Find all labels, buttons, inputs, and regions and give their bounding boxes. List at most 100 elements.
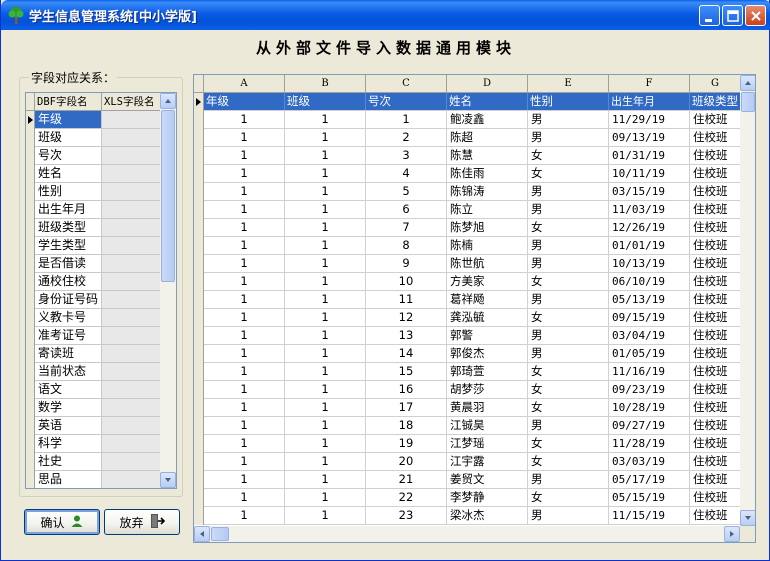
dbf-field-cell[interactable]: 学生类型 [35, 237, 102, 254]
field-map-row[interactable]: 语文 [26, 381, 160, 399]
dbf-field-cell[interactable]: 性别 [35, 183, 102, 200]
table-cell[interactable]: 1 [204, 507, 285, 524]
dbf-field-cell[interactable]: 社史 [35, 453, 102, 470]
row-indicator[interactable] [26, 309, 35, 327]
table-cell[interactable]: 出生年月 [609, 93, 690, 110]
xls-field-cell[interactable] [102, 201, 160, 218]
table-cell[interactable]: 06/10/19 [609, 273, 690, 290]
table-cell[interactable]: 江梦瑶 [447, 435, 528, 452]
table-row[interactable]: 1 1 2 陈超男 09/13/19 住校班 [194, 129, 750, 147]
xls-field-cell[interactable] [102, 129, 160, 146]
table-cell[interactable]: 女 [528, 147, 609, 164]
table-cell[interactable]: 1 [285, 309, 366, 326]
field-map-row[interactable]: 数学 [26, 399, 160, 417]
table-cell[interactable]: 1 [285, 237, 366, 254]
table-cell[interactable]: 21 [366, 471, 447, 488]
field-map-row[interactable]: 通校住校 [26, 273, 160, 291]
xls-field-cell[interactable] [102, 273, 160, 290]
table-cell[interactable]: 16 [366, 381, 447, 398]
field-map-row[interactable]: 年级 [26, 111, 160, 129]
table-cell[interactable]: 09/27/19 [609, 417, 690, 434]
table-cell[interactable]: 1 [285, 345, 366, 362]
table-row[interactable]: 1 1 18 江铖昊男 09/27/19 住校班 [194, 417, 750, 435]
field-map-row[interactable]: 科学 [26, 435, 160, 453]
row-indicator[interactable] [26, 219, 35, 237]
table-cell[interactable]: 1 [204, 201, 285, 218]
table-cell[interactable]: 女 [528, 273, 609, 290]
import-preview-grid[interactable]: A B C D E F G 年级 班级 号次 姓名 性别 出生年月 班级类型 1 1 1 鲍凌鑫男 1… [193, 74, 756, 543]
row-indicator[interactable] [194, 147, 204, 165]
row-indicator[interactable] [26, 327, 35, 345]
table-cell[interactable]: 1 [285, 219, 366, 236]
table-cell[interactable]: 10/11/19 [609, 165, 690, 182]
header-xls-field[interactable]: XLS字段名 [102, 93, 160, 111]
col-header-b[interactable]: B [285, 75, 366, 93]
row-indicator[interactable] [194, 93, 204, 111]
table-row[interactable]: 1 1 17 黄晨羽女 10/28/19 住校班 [194, 399, 750, 417]
row-indicator[interactable] [194, 381, 204, 399]
table-cell[interactable]: 女 [528, 489, 609, 506]
title-bar[interactable]: 学生信息管理系统[中小学版] [1, 0, 770, 30]
table-cell[interactable]: 陈锦涛 [447, 183, 528, 200]
table-row[interactable]: 1 1 6 陈立男 11/03/19 住校班 [194, 201, 750, 219]
preview-scroll-right-button[interactable] [724, 526, 740, 542]
table-cell[interactable]: 11/03/19 [609, 201, 690, 218]
dbf-field-cell[interactable]: 寄读班 [35, 345, 102, 362]
row-indicator[interactable] [26, 147, 35, 165]
table-cell[interactable]: 女 [528, 363, 609, 380]
table-cell[interactable]: 05/15/19 [609, 489, 690, 506]
xls-field-cell[interactable] [102, 219, 160, 236]
table-row[interactable]: 1 1 3 陈慧女 01/31/19 住校班 [194, 147, 750, 165]
table-cell[interactable]: 1 [285, 507, 366, 524]
col-header-d[interactable]: D [447, 75, 528, 93]
table-cell[interactable]: 1 [285, 417, 366, 434]
row-indicator[interactable] [26, 399, 35, 417]
table-cell[interactable]: 14 [366, 345, 447, 362]
col-header-c[interactable]: C [366, 75, 447, 93]
table-cell[interactable]: 1 [204, 165, 285, 182]
row-indicator[interactable] [194, 417, 204, 435]
table-cell[interactable]: 1 [285, 381, 366, 398]
table-cell[interactable]: 09/23/19 [609, 381, 690, 398]
table-cell[interactable]: 7 [366, 219, 447, 236]
table-cell[interactable]: 江宇露 [447, 453, 528, 470]
dbf-field-cell[interactable]: 号次 [35, 147, 102, 164]
table-cell[interactable]: 9 [366, 255, 447, 272]
table-cell[interactable]: 李梦静 [447, 489, 528, 506]
header-dbf-field[interactable]: DBF字段名 [35, 93, 102, 111]
table-cell[interactable]: 1 [285, 327, 366, 344]
table-cell[interactable]: 1 [204, 309, 285, 326]
dbf-field-cell[interactable]: 思品 [35, 471, 102, 488]
table-cell[interactable]: 男 [528, 327, 609, 344]
table-cell[interactable]: 号次 [366, 93, 447, 110]
table-cell[interactable]: 陈楠 [447, 237, 528, 254]
table-cell[interactable]: 1 [204, 363, 285, 380]
table-cell[interactable]: 龚泓毓 [447, 309, 528, 326]
xls-field-cell[interactable] [102, 309, 160, 326]
table-row[interactable]: 1 1 19 江梦瑶女 11/28/19 住校班 [194, 435, 750, 453]
table-cell[interactable]: 1 [204, 255, 285, 272]
preview-scroll-down-button[interactable] [740, 510, 755, 526]
table-cell[interactable]: 胡梦莎 [447, 381, 528, 398]
xls-field-cell[interactable] [102, 147, 160, 164]
row-indicator[interactable] [26, 273, 35, 291]
table-cell[interactable]: 01/31/19 [609, 147, 690, 164]
table-row[interactable]: 1 1 9 陈世航男 10/13/19 住校班 [194, 255, 750, 273]
xls-field-cell[interactable] [102, 381, 160, 398]
field-map-row[interactable]: 出生年月 [26, 201, 160, 219]
table-row[interactable]: 1 1 10 方美家女 06/10/19 住校班 [194, 273, 750, 291]
row-indicator[interactable] [194, 471, 204, 489]
field-map-row[interactable]: 号次 [26, 147, 160, 165]
table-cell[interactable]: 1 [285, 111, 366, 128]
field-map-row[interactable]: 当前状态 [26, 363, 160, 381]
row-indicator[interactable] [194, 489, 204, 507]
row-indicator[interactable] [26, 345, 35, 363]
preview-vscroll-thumb[interactable] [741, 92, 755, 112]
table-row[interactable]: 1 1 8 陈楠男 01/01/19 住校班 [194, 237, 750, 255]
table-cell[interactable]: 男 [528, 201, 609, 218]
table-cell[interactable]: 黄晨羽 [447, 399, 528, 416]
table-cell[interactable]: 2 [366, 129, 447, 146]
preview-vscrollbar[interactable] [740, 75, 755, 526]
table-cell[interactable]: 班级 [285, 93, 366, 110]
table-cell[interactable]: 8 [366, 237, 447, 254]
